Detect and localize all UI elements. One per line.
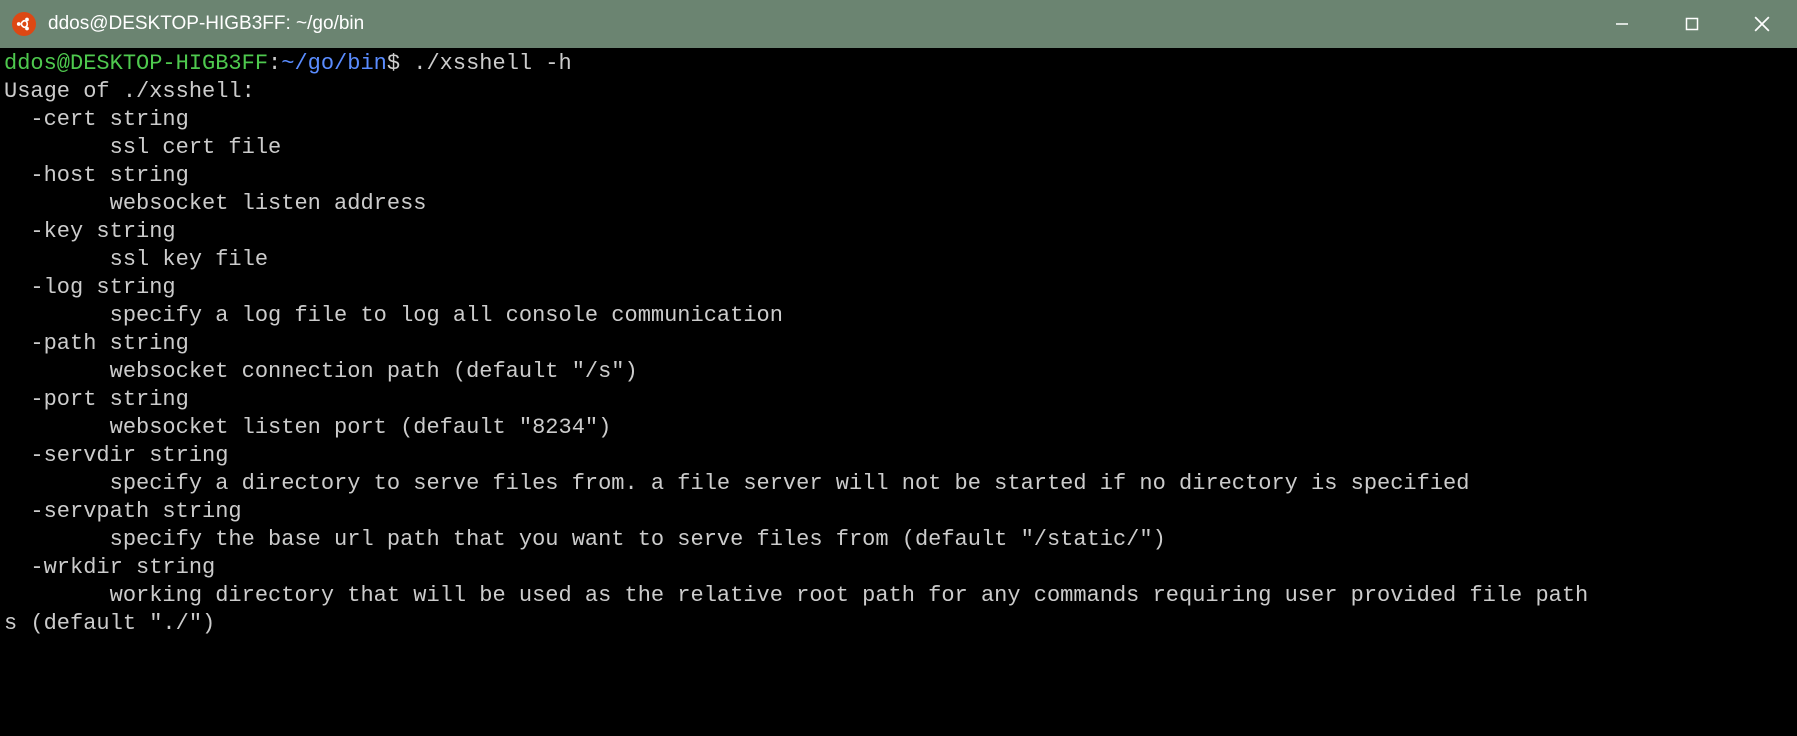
window-controls [1587,0,1797,48]
output-line: specify a log file to log all console co… [4,303,783,328]
prompt-path: ~/go/bin [281,51,387,76]
output-line: -wrkdir string [4,555,215,580]
output-line: specify a directory to serve files from.… [4,471,1469,496]
output-line: -servpath string [4,499,242,524]
command-text: ./xsshell -h [400,51,572,76]
output-line: -key string [4,219,176,244]
output-line: -port string [4,387,189,412]
ubuntu-icon [12,12,36,36]
output-line: websocket connection path (default "/s") [4,359,638,384]
terminal-body[interactable]: ddos@DESKTOP-HIGB3FF:~/go/bin$ ./xsshell… [0,48,1797,640]
maximize-button[interactable] [1657,0,1727,48]
output-line: ssl key file [4,247,268,272]
prompt-user-host: ddos@DESKTOP-HIGB3FF [4,51,268,76]
output-line: s (default "./") [4,611,215,636]
output-line: websocket listen port (default "8234") [4,415,611,440]
output-line: ssl cert file [4,135,281,160]
prompt-symbol: $ [387,51,400,76]
window-title: ddos@DESKTOP-HIGB3FF: ~/go/bin [48,13,1587,35]
output-line: -log string [4,275,176,300]
minimize-button[interactable] [1587,0,1657,48]
output-line: working directory that will be used as t… [4,583,1588,608]
title-bar: ddos@DESKTOP-HIGB3FF: ~/go/bin [0,0,1797,48]
output-line: -cert string [4,107,189,132]
prompt-colon: : [268,51,281,76]
output-line: websocket listen address [4,191,426,216]
close-button[interactable] [1727,0,1797,48]
output-line: -host string [4,163,189,188]
output-line: -path string [4,331,189,356]
output-line: -servdir string [4,443,228,468]
output-line: specify the base url path that you want … [4,527,1166,552]
output-line: Usage of ./xsshell: [4,79,255,104]
